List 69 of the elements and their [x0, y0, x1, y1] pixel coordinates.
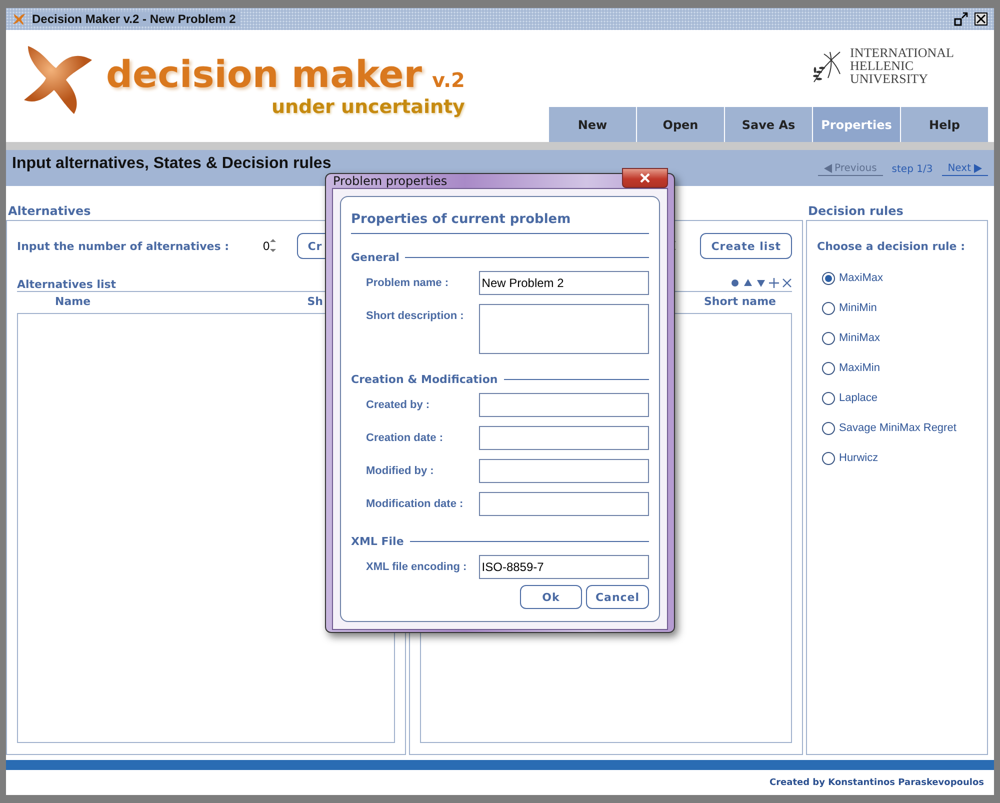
app-icon: [12, 12, 26, 26]
number-field[interactable]: 0: [263, 239, 270, 253]
field-label: Problem name :: [365, 276, 450, 291]
radio-option[interactable]: Savage MiniMax Regret: [822, 413, 977, 443]
cancel-button[interactable]: Cancel: [586, 585, 649, 609]
university-name: HELLENIC: [850, 59, 915, 72]
field-label: Short description :: [365, 309, 465, 324]
tagline: under uncertainty: [271, 96, 465, 118]
radio-option[interactable]: Hurwicz: [822, 443, 977, 473]
menu-button[interactable]: New: [548, 107, 636, 142]
ok-button[interactable]: Ok: [520, 585, 582, 609]
field-label: Creation date :: [365, 431, 444, 446]
input-field[interactable]: [478, 426, 649, 450]
radio-option[interactable]: MiniMin: [822, 293, 977, 323]
close-icon[interactable]: [974, 12, 988, 26]
create-list-button[interactable]: Create list: [700, 233, 792, 259]
field-label: Choose a decision rule :: [817, 240, 965, 252]
down-arrow-icon[interactable]: [756, 278, 766, 288]
field-label: Modification date :: [365, 497, 464, 512]
window-title: Decision Maker v.2 - New Problem 2: [32, 12, 240, 26]
radio-option[interactable]: MaxiMax: [822, 263, 977, 293]
input-field[interactable]: [478, 459, 649, 483]
right-arrow-icon: [974, 164, 982, 173]
delete-icon[interactable]: [782, 278, 792, 288]
input-field[interactable]: New Problem 2: [478, 271, 649, 295]
radio-button[interactable]: [822, 422, 835, 434]
add-icon[interactable]: [769, 278, 779, 288]
input-field[interactable]: [478, 304, 649, 354]
logo-text: decision maker: [106, 53, 422, 96]
section-title: Creation & Modification: [351, 372, 498, 386]
radio-button[interactable]: [822, 392, 835, 404]
radio-button[interactable]: [822, 332, 835, 344]
version-text: v.2: [432, 68, 465, 92]
input-field[interactable]: [478, 492, 649, 516]
field-label: Input the number of alternatives :: [17, 240, 230, 252]
up-arrow-icon[interactable]: [743, 278, 753, 288]
list-label: Alternatives list: [17, 278, 116, 291]
field-label: Modified by :: [365, 464, 435, 479]
university-name: INTERNATIONAL: [850, 46, 954, 59]
column-header: Short name: [704, 294, 776, 308]
step-indicator: step 1/3: [892, 164, 933, 174]
input-field[interactable]: ISO-8859-7: [478, 555, 649, 579]
menu-button[interactable]: Help: [900, 107, 988, 142]
column-header: Name: [55, 294, 91, 308]
radio-option[interactable]: MiniMax: [822, 323, 977, 353]
radio-option[interactable]: MaxiMin: [822, 353, 977, 383]
radio-button[interactable]: [822, 452, 835, 464]
dialog-title: Problem properties: [333, 174, 448, 188]
field-label: Created by :: [365, 398, 431, 413]
panel-heading: Decision rules: [807, 202, 904, 220]
close-button[interactable]: [622, 168, 668, 188]
section-title: XML File: [351, 534, 404, 548]
credit-text: Created by Konstantinos Paraskevopoulos: [769, 778, 984, 788]
menu-button[interactable]: Save As: [724, 107, 812, 142]
menu-button[interactable]: Open: [636, 107, 724, 142]
field-label: XML file encoding :: [365, 560, 468, 575]
university-name: UNIVERSITY: [850, 72, 930, 85]
radio-button[interactable]: [822, 272, 835, 284]
section-title: General: [351, 250, 400, 264]
dot-icon[interactable]: [730, 278, 740, 288]
radio-button[interactable]: [822, 362, 835, 374]
column-header: Sh: [307, 294, 323, 308]
radio-button[interactable]: [822, 302, 835, 314]
input-field[interactable]: [478, 393, 649, 417]
step-title: Input alternatives, States & Decision rules: [12, 155, 332, 172]
left-arrow-icon: [824, 164, 832, 173]
radio-option[interactable]: Laplace: [822, 383, 977, 413]
restore-icon[interactable]: [954, 12, 968, 26]
panel-heading: Properties of current problem: [351, 205, 649, 234]
